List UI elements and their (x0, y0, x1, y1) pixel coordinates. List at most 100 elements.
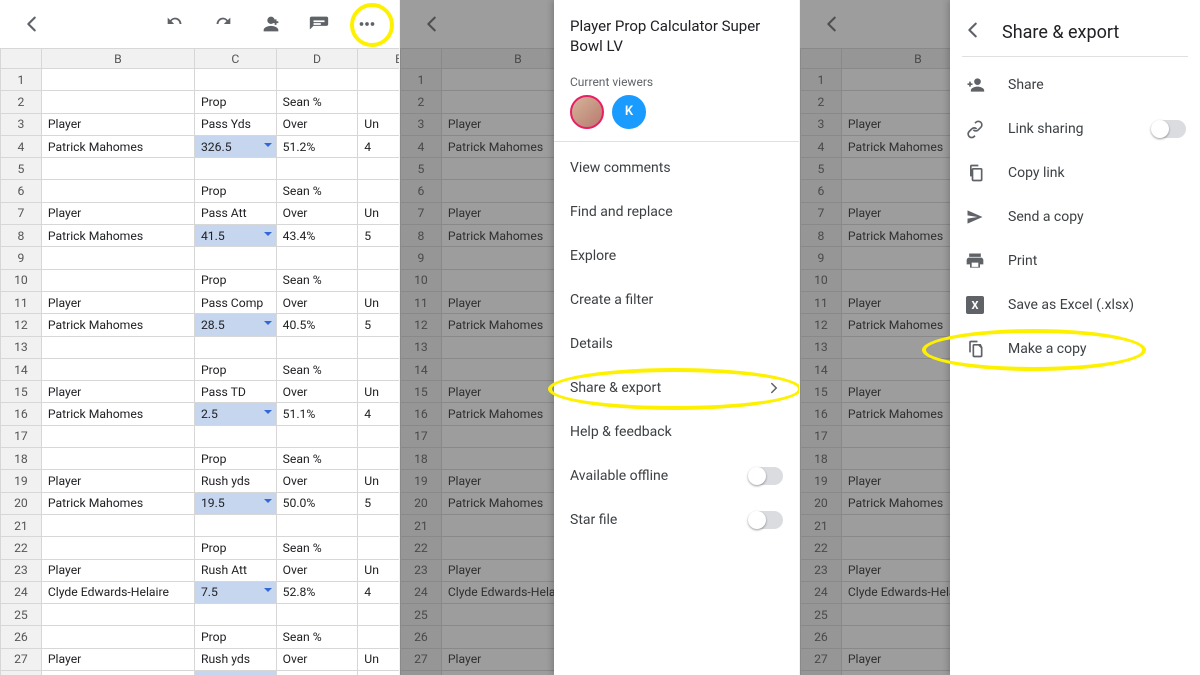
cell[interactable]: Sean % (276, 269, 358, 291)
menu-find-replace[interactable]: Find and replace (554, 190, 799, 234)
cell[interactable] (194, 158, 276, 180)
cell[interactable]: Patrick Mahomes (41, 135, 194, 157)
cell[interactable] (358, 69, 400, 91)
cell[interactable] (276, 247, 358, 269)
table-row[interactable]: 17 (1, 425, 401, 447)
row-header[interactable]: 7 (1, 202, 42, 224)
table-row[interactable]: 24Clyde Edwards-Helaire7.552.8%4 (1, 581, 401, 603)
cell[interactable] (358, 626, 400, 648)
cell[interactable]: Player (41, 202, 194, 224)
table-row[interactable]: 6PropSean % (1, 180, 401, 202)
cell[interactable]: 19.5 (194, 492, 276, 514)
cell[interactable]: 5 (358, 314, 400, 336)
table-row[interactable]: 10 PropSean % (1, 269, 401, 291)
cell[interactable] (194, 247, 276, 269)
cell[interactable]: Un (358, 202, 400, 224)
cell[interactable]: Over (276, 559, 358, 581)
cell[interactable]: Over (276, 648, 358, 670)
cell[interactable]: Sean % (276, 358, 358, 380)
cell[interactable] (358, 448, 400, 470)
cell[interactable]: 5 (358, 492, 400, 514)
cell[interactable]: Patrick Mahomes (41, 225, 194, 247)
cell[interactable]: Sean % (276, 180, 358, 202)
cell[interactable]: Prop (194, 358, 276, 380)
table-row[interactable]: 26PropSean % (1, 626, 401, 648)
cell[interactable]: 5 (358, 225, 400, 247)
table-row[interactable]: 27PlayerRush ydsOverUn (1, 648, 401, 670)
row-header[interactable]: 5 (1, 158, 42, 180)
toggle-icon[interactable] (749, 467, 783, 485)
cell[interactable] (41, 336, 194, 358)
table-row[interactable]: 5 (1, 158, 401, 180)
cell[interactable]: Un (358, 470, 400, 492)
cell[interactable]: Prop (194, 626, 276, 648)
table-row[interactable]: 2 PropSean % (1, 91, 401, 113)
cell[interactable]: Sean % (276, 91, 358, 113)
table-row[interactable]: 14PropSean % (1, 358, 401, 380)
cell[interactable]: Patrick Mahomes (41, 403, 194, 425)
row-header[interactable]: 15 (1, 381, 42, 403)
table-row[interactable]: 12Patrick Mahomes28.540.5%5 (1, 314, 401, 336)
cell[interactable] (41, 604, 194, 626)
row-header[interactable]: 19 (1, 470, 42, 492)
cell[interactable] (41, 425, 194, 447)
cell[interactable] (41, 180, 194, 202)
menu-save-excel[interactable]: XSave as Excel (.xlsx) (950, 283, 1200, 327)
cell[interactable]: Over (276, 202, 358, 224)
cell[interactable] (358, 91, 400, 113)
cell[interactable]: Pass Att (194, 202, 276, 224)
cell[interactable] (358, 247, 400, 269)
table-row[interactable]: 3PlayerPass YdsOverUn (1, 113, 401, 135)
table-row[interactable]: 19PlayerRush ydsOverUn (1, 470, 401, 492)
cell[interactable]: Patrick Mahomes (41, 314, 194, 336)
menu-view-comments[interactable]: View comments (554, 146, 799, 190)
cell[interactable]: 4 (358, 403, 400, 425)
cell[interactable] (358, 514, 400, 536)
row-header[interactable]: 17 (1, 425, 42, 447)
row-header[interactable]: 1 (1, 69, 42, 91)
table-row[interactable]: 16Patrick Mahomes2.551.1%4 (1, 403, 401, 425)
row-header[interactable]: 9 (1, 247, 42, 269)
cell[interactable]: Clyde Edwards-Helaire (41, 581, 194, 603)
cell[interactable]: Prop (194, 269, 276, 291)
table-row[interactable]: 4Patrick Mahomes326.551.2%4 (1, 135, 401, 157)
cell[interactable] (41, 358, 194, 380)
table-row[interactable]: 28Clyde Edwards-Helaire30.549.6%5 (1, 671, 401, 675)
table-row[interactable]: 22PropSean % (1, 537, 401, 559)
cell[interactable] (41, 247, 194, 269)
back-button[interactable] (962, 19, 984, 45)
row-header[interactable]: 4 (1, 135, 42, 157)
cell[interactable] (358, 180, 400, 202)
row-header[interactable]: 8 (1, 225, 42, 247)
menu-copy-link[interactable]: Copy link (950, 151, 1200, 195)
cell[interactable]: Over (276, 291, 358, 313)
cell[interactable]: Over (276, 470, 358, 492)
cell[interactable]: Prop (194, 91, 276, 113)
cell[interactable]: Patrick Mahomes (41, 492, 194, 514)
cell[interactable] (41, 269, 194, 291)
cell[interactable]: Prop (194, 448, 276, 470)
undo-button[interactable] (153, 2, 197, 46)
row-header[interactable]: 2 (1, 91, 42, 113)
row-header[interactable]: 27 (1, 648, 42, 670)
cell[interactable] (194, 604, 276, 626)
table-row[interactable]: 21 (1, 514, 401, 536)
table-row[interactable]: 13 (1, 336, 401, 358)
cell[interactable] (41, 69, 194, 91)
menu-help-feedback[interactable]: Help & feedback (554, 410, 799, 454)
cell[interactable] (41, 537, 194, 559)
cell[interactable]: Un (358, 381, 400, 403)
cell[interactable]: Player (41, 113, 194, 135)
table-row[interactable]: 15PlayerPass TDOverUn (1, 381, 401, 403)
add-people-button[interactable] (249, 2, 293, 46)
cell[interactable] (276, 604, 358, 626)
row-header[interactable]: 21 (1, 514, 42, 536)
cell[interactable] (194, 425, 276, 447)
row-header[interactable]: 16 (1, 403, 42, 425)
menu-print[interactable]: Print (950, 239, 1200, 283)
row-header[interactable]: 24 (1, 581, 42, 603)
cell[interactable] (194, 69, 276, 91)
cell[interactable] (358, 537, 400, 559)
row-header[interactable]: 10 (1, 269, 42, 291)
cell[interactable]: Un (358, 291, 400, 313)
